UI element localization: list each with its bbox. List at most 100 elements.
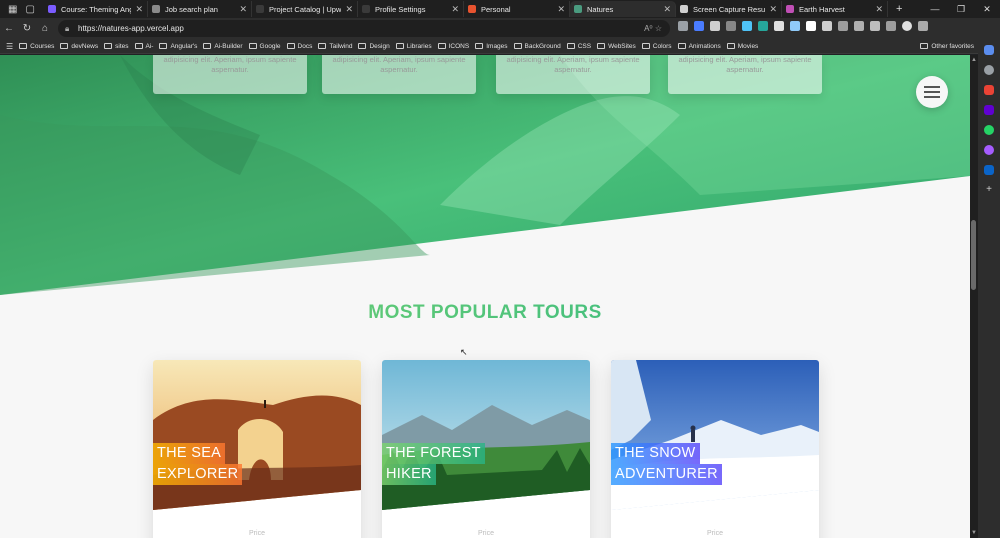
close-tab-icon[interactable]: ✕ <box>345 4 353 15</box>
extension-icon[interactable] <box>854 21 864 31</box>
minimize-button[interactable]: — <box>922 0 948 18</box>
tab-actions-icon[interactable]: ▢ <box>25 4 34 15</box>
bookmark-folder[interactable]: Animations <box>677 43 721 50</box>
workspaces-icon[interactable]: ▦ <box>8 4 17 15</box>
yahoo-icon[interactable] <box>984 105 994 115</box>
bookmark-folder[interactable]: sites <box>104 43 129 50</box>
bookmark-folder[interactable]: devNews <box>60 43 98 50</box>
messenger-icon[interactable] <box>984 145 994 155</box>
extension-icon[interactable] <box>822 21 832 31</box>
bookmark-icon[interactable]: ☰ <box>6 42 13 51</box>
folder-icon <box>513 43 522 49</box>
bookmark-folder[interactable]: Images <box>475 43 508 50</box>
outlook-icon[interactable] <box>984 165 994 175</box>
browser-tab[interactable]: Natures ✕ <box>570 1 676 17</box>
tour-card-snow[interactable]: THE SNOW ADVENTURER Price <box>611 360 819 538</box>
home-icon[interactable]: ⌂ <box>36 23 54 34</box>
bookmark-folder[interactable]: WebSites <box>597 43 636 50</box>
feature-text: adipisicing elit. Aperiam, ipsum sapient… <box>678 55 812 74</box>
bookmark-label: Colors <box>652 42 672 50</box>
tour-price-label: Price <box>707 530 723 537</box>
tour-heading-line: HIKER <box>382 464 436 485</box>
browser-tab[interactable]: Course: Theming Angular✕ <box>44 1 148 17</box>
browser-tab[interactable]: Personal ✕ <box>464 1 570 17</box>
extension-icon[interactable] <box>726 21 736 31</box>
bookmark-folder[interactable]: BackGround <box>513 42 561 50</box>
add-sidebar-app-icon[interactable]: + <box>984 185 994 195</box>
extension-icon[interactable] <box>694 21 704 31</box>
extension-icon[interactable] <box>870 21 880 31</box>
scroll-down-icon[interactable]: ▼ <box>970 530 978 536</box>
extension-icon[interactable] <box>758 21 768 31</box>
vertical-scrollbar[interactable]: ▲ ▼ <box>970 55 978 538</box>
bookmark-folder[interactable]: CSS <box>566 43 591 50</box>
bookmark-folder[interactable]: Docs <box>286 43 312 50</box>
hamburger-menu-button[interactable] <box>916 76 948 108</box>
bookmark-folder[interactable]: Google <box>248 43 281 50</box>
bookmark-folder[interactable]: ICONS <box>437 43 469 50</box>
whatsapp-icon[interactable] <box>984 125 994 135</box>
favorite-star-icon[interactable]: A⁰ ☆ <box>644 20 662 37</box>
profile-avatar[interactable] <box>902 21 912 31</box>
more-menu-icon[interactable] <box>918 21 928 31</box>
bookmark-folder[interactable]: Ai- <box>134 42 154 50</box>
tab-favicon-icon <box>574 5 582 13</box>
close-tab-icon[interactable]: ✕ <box>451 4 459 15</box>
extension-icon[interactable] <box>742 21 752 31</box>
feature-text: adipisicing elit. Aperiam, ipsum sapient… <box>332 55 466 74</box>
extension-icon[interactable] <box>678 21 688 31</box>
close-tab-icon[interactable]: ✕ <box>875 4 883 15</box>
scroll-up-icon[interactable]: ▲ <box>970 57 978 63</box>
bookmark-folder[interactable]: Courses <box>19 43 54 50</box>
gmail-icon[interactable] <box>984 85 994 95</box>
bookmark-folder[interactable]: Ai-Builder <box>203 43 243 50</box>
close-tab-icon[interactable]: ✕ <box>239 4 247 15</box>
tab-title: Project Catalog | Upwork <box>269 4 342 14</box>
bookmark-label: BackGround <box>524 42 561 50</box>
tab-favicon-icon <box>48 5 56 13</box>
tab-favicon-icon <box>362 5 370 13</box>
bookmark-folder[interactable]: Libraries <box>395 43 432 50</box>
feature-box: adipisicing elit. Aperiam, ipsum sapient… <box>496 55 650 94</box>
folder-icon <box>248 43 257 49</box>
bookmark-folder[interactable]: Design <box>358 43 390 50</box>
new-tab-button[interactable]: + <box>896 3 902 15</box>
bookmark-folder[interactable]: Colors <box>641 42 672 50</box>
extension-icon[interactable] <box>774 21 784 31</box>
close-tab-icon[interactable]: ✕ <box>663 4 671 15</box>
bookmark-folder[interactable]: Angular's <box>159 43 197 50</box>
tab-title: Earth Harvest <box>799 4 845 14</box>
close-tab-icon[interactable]: ✕ <box>769 4 777 15</box>
tour-heading: THE SEA EXPLORER <box>153 443 243 485</box>
other-favorites-folder[interactable]: Other favorites <box>920 43 974 50</box>
close-tab-icon[interactable]: ✕ <box>557 4 565 15</box>
extension-icon[interactable] <box>710 21 720 31</box>
close-tab-icon[interactable]: ✕ <box>135 4 143 15</box>
folder-icon <box>566 43 575 49</box>
copilot-icon[interactable] <box>984 45 994 55</box>
extension-icon[interactable] <box>806 21 816 31</box>
bookmark-folder[interactable]: Movies <box>726 43 758 50</box>
tour-card-forest[interactable]: THE FOREST HIKER Price <box>382 360 590 538</box>
bookmark-folder[interactable]: Tailwind <box>318 43 352 50</box>
browser-tab[interactable]: Screen Capture Result ✕ <box>676 1 782 17</box>
folder-icon <box>60 43 69 49</box>
tabs-container: Course: Theming Angular✕Job search plan✕… <box>44 0 888 18</box>
tour-card-sea[interactable]: THE SEA EXPLORER Price <box>153 360 361 538</box>
extension-icon[interactable] <box>790 21 800 31</box>
url-field[interactable]: 🔒︎ https://natures-app.vercel.app A⁰ ☆ <box>58 20 670 37</box>
refresh-icon[interactable]: ↻ <box>18 23 36 34</box>
browser-tab[interactable]: Job search plan ✕ <box>148 1 252 17</box>
extension-icon[interactable] <box>886 21 896 31</box>
extension-icon[interactable] <box>838 21 848 31</box>
bookmark-label: Ai- <box>145 42 154 50</box>
browser-tab[interactable]: Earth Harvest ✕ <box>782 1 888 17</box>
maximize-button[interactable]: ❐ <box>948 0 974 18</box>
browser-tab[interactable]: Profile Settings ✕ <box>358 1 464 17</box>
search-icon[interactable] <box>984 65 994 75</box>
close-window-button[interactable]: ✕ <box>974 0 1000 18</box>
back-icon[interactable]: ← <box>0 23 18 34</box>
browser-tab[interactable]: Project Catalog | Upwork✕ <box>252 1 358 17</box>
scrollbar-thumb[interactable] <box>971 220 976 290</box>
folder-icon <box>358 43 367 49</box>
